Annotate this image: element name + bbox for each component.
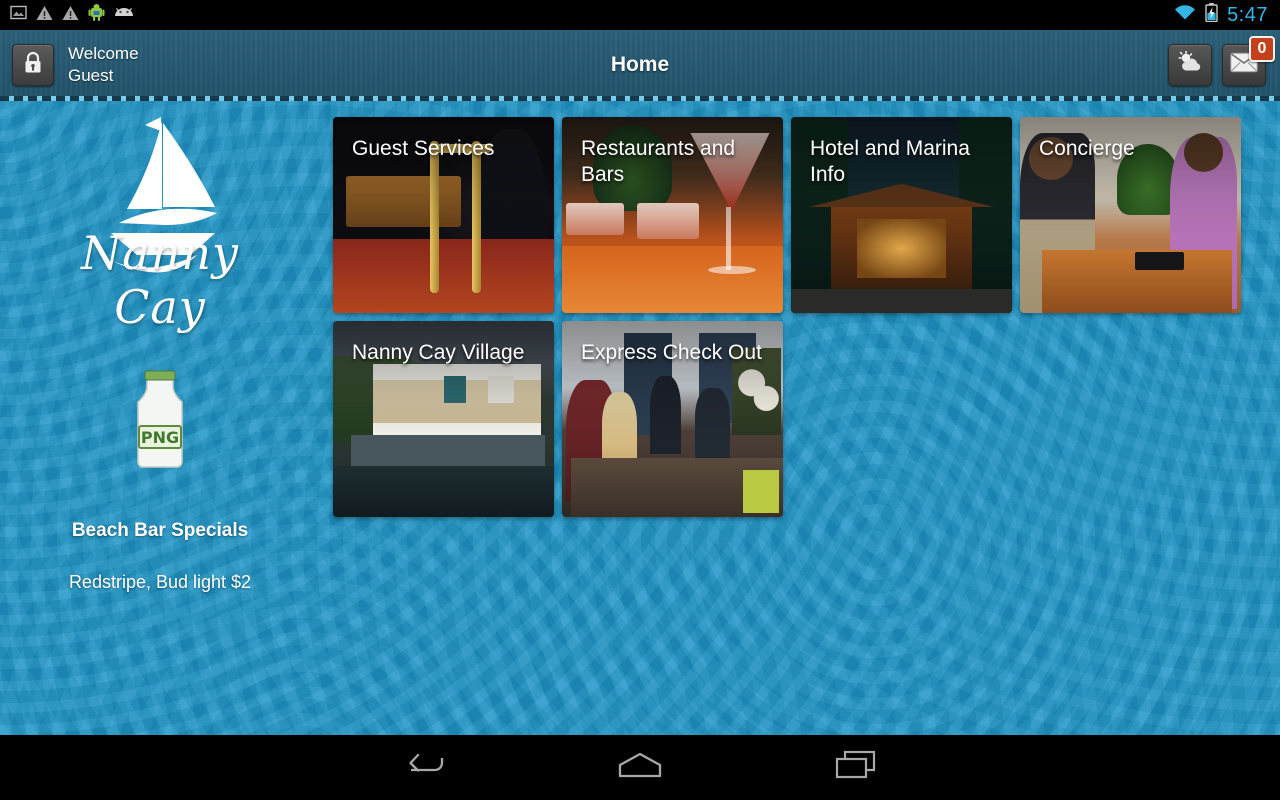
weather-button[interactable] [1168, 43, 1212, 86]
tile-label: Guest Services [352, 137, 495, 160]
warning-triangle-icon [36, 5, 53, 26]
lock-button[interactable] [12, 43, 54, 86]
home-content-area: Nanny Cay PNG Beach Bar Specials Redstri… [0, 101, 1280, 735]
screenshot-image-icon [10, 4, 27, 26]
android-status-bar: 5:47 [0, 0, 1280, 30]
tile-label: Express Check Out [581, 341, 762, 364]
brand-sidebar: Nanny Cay PNG Beach Bar Specials Redstri… [0, 101, 320, 735]
mail-unread-badge: 0 [1249, 35, 1275, 62]
android-head-icon [114, 6, 134, 25]
app-header-bar: Welcome Guest Home 0 [0, 30, 1280, 100]
header-right-group: 0 [1168, 35, 1280, 86]
status-system-icons[interactable]: 5:47 [1174, 3, 1280, 27]
tile-label: Nanny Cay Village [352, 341, 525, 364]
battery-charging-icon [1205, 3, 1218, 27]
welcome-line-1: Welcome [68, 43, 139, 63]
welcome-line-2: Guest [68, 65, 114, 85]
header-left-group: Welcome Guest [0, 43, 139, 87]
tile-label: Hotel and Marina Info [810, 137, 970, 186]
brand-name: Nanny Cay [81, 226, 239, 334]
tile-nanny-cay-village[interactable]: Nanny Cay Village [333, 321, 554, 517]
tile-hotel-and-marina-info[interactable]: Hotel and Marina Info [791, 117, 1012, 313]
mail-button[interactable]: 0 [1222, 35, 1275, 86]
nav-back-button[interactable] [316, 752, 532, 783]
page-title: Home [610, 52, 670, 76]
warning-triangle-icon [62, 5, 79, 26]
status-clock: 5:47 [1227, 3, 1268, 26]
android-navigation-bar [0, 735, 1280, 800]
promo-title: Beach Bar Specials [71, 520, 249, 541]
png-placeholder-image: PNG [125, 368, 195, 468]
feature-tile-grid: Guest Services Restaurants and Bars Hote… [333, 117, 1263, 517]
promo-body: Redstripe, Bud light $2 [68, 572, 252, 592]
back-arrow-icon [404, 752, 444, 783]
tile-concierge[interactable]: Concierge [1020, 117, 1241, 313]
nav-recent-apps-button[interactable] [748, 750, 964, 785]
svg-text:PNG: PNG [141, 428, 179, 447]
status-notification-icons[interactable] [0, 3, 134, 27]
recent-apps-icon [835, 750, 877, 785]
home-icon [617, 751, 663, 784]
tile-guest-services[interactable]: Guest Services [333, 117, 554, 313]
tile-label: Restaurants and Bars [581, 137, 736, 186]
sailboat-logo-icon: Nanny Cay [45, 105, 275, 334]
wifi-icon [1174, 4, 1196, 26]
lock-icon [23, 51, 43, 79]
tile-express-check-out[interactable]: Express Check Out [562, 321, 783, 517]
android-robot-icon [88, 3, 105, 27]
nav-home-button[interactable] [532, 751, 748, 784]
sun-cloud-icon [1177, 50, 1203, 78]
tile-restaurants-and-bars[interactable]: Restaurants and Bars [562, 117, 783, 313]
tile-label: Concierge [1039, 137, 1135, 160]
welcome-text: Welcome Guest [68, 43, 139, 87]
tablet-screen: 5:47 Welcome Guest Home 0 Nanny Cay PNG … [0, 0, 1280, 800]
